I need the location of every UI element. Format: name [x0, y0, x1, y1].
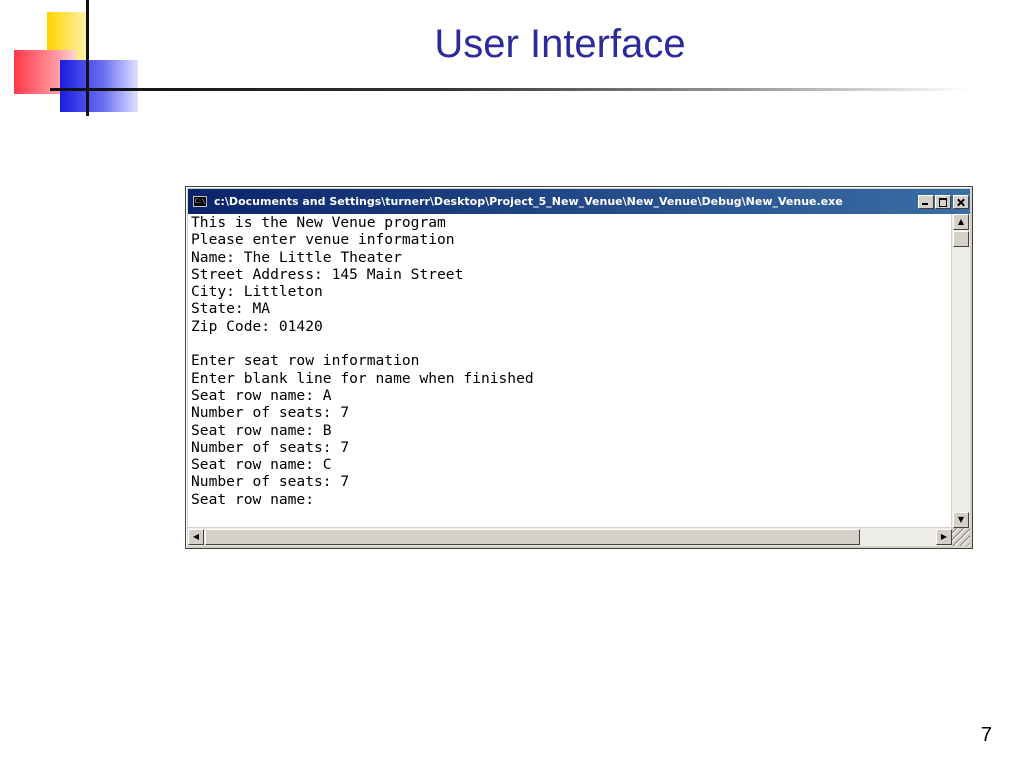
horizontal-scrollbar[interactable]: ◀ ▶	[188, 527, 952, 546]
console-line: Name: The Little Theater	[191, 248, 402, 266]
console-line: Seat row name:	[191, 490, 315, 508]
window-title: c:\Documents and Settings\turnerr\Deskto…	[214, 195, 843, 208]
minimize-button[interactable]	[918, 194, 934, 209]
console-line: Please enter venue information	[191, 231, 455, 249]
console-line: Street Address: 145 Main Street	[191, 265, 464, 283]
window-controls	[917, 194, 969, 209]
console-line: This is the New Venue program	[191, 214, 446, 231]
maximize-button[interactable]	[935, 194, 951, 209]
console-line: Enter seat row information	[191, 352, 420, 370]
console-app-icon[interactable]: C:\	[193, 196, 207, 207]
console-line: Zip Code: 01420	[191, 317, 323, 335]
scroll-right-arrow-icon[interactable]: ▶	[936, 529, 952, 545]
title-underline-rule	[90, 88, 970, 91]
window-title-bar[interactable]: C:\ c:\Documents and Settings\turnerr\De…	[188, 189, 970, 214]
console-line: Number of seats: 7	[191, 404, 350, 422]
console-line: Number of seats: 7	[191, 473, 350, 491]
console-line: Seat row name: A	[191, 386, 332, 404]
slide-title: User Interface	[434, 22, 686, 66]
slide-logo-decoration	[0, 0, 150, 120]
console-line: State: MA	[191, 300, 271, 318]
console-window: C:\ c:\Documents and Settings\turnerr\De…	[185, 186, 973, 549]
console-line: Seat row name: C	[191, 456, 332, 474]
close-button[interactable]	[953, 194, 969, 209]
scroll-left-arrow-icon[interactable]: ◀	[188, 529, 204, 545]
logo-blue-square	[60, 60, 138, 112]
resize-grip[interactable]	[952, 528, 970, 546]
vertical-scrollbar[interactable]: ▲ ▼	[951, 214, 970, 528]
console-line: Seat row name: B	[191, 421, 332, 439]
page-number: 7	[980, 724, 992, 746]
horizontal-scroll-thumb[interactable]	[205, 529, 860, 545]
console-line: Enter blank line for name when finished	[191, 369, 534, 387]
scroll-down-arrow-icon[interactable]: ▼	[953, 512, 969, 528]
logo-vertical-line	[86, 0, 89, 116]
scroll-up-arrow-icon[interactable]: ▲	[953, 214, 969, 230]
console-line: Number of seats: 7	[191, 438, 350, 456]
console-output[interactable]: This is the New Venue program Please ent…	[191, 214, 949, 526]
console-line: City: Littleton	[191, 283, 323, 301]
vertical-scroll-thumb[interactable]	[953, 231, 969, 247]
console-client-area[interactable]: This is the New Venue program Please ent…	[188, 214, 970, 546]
